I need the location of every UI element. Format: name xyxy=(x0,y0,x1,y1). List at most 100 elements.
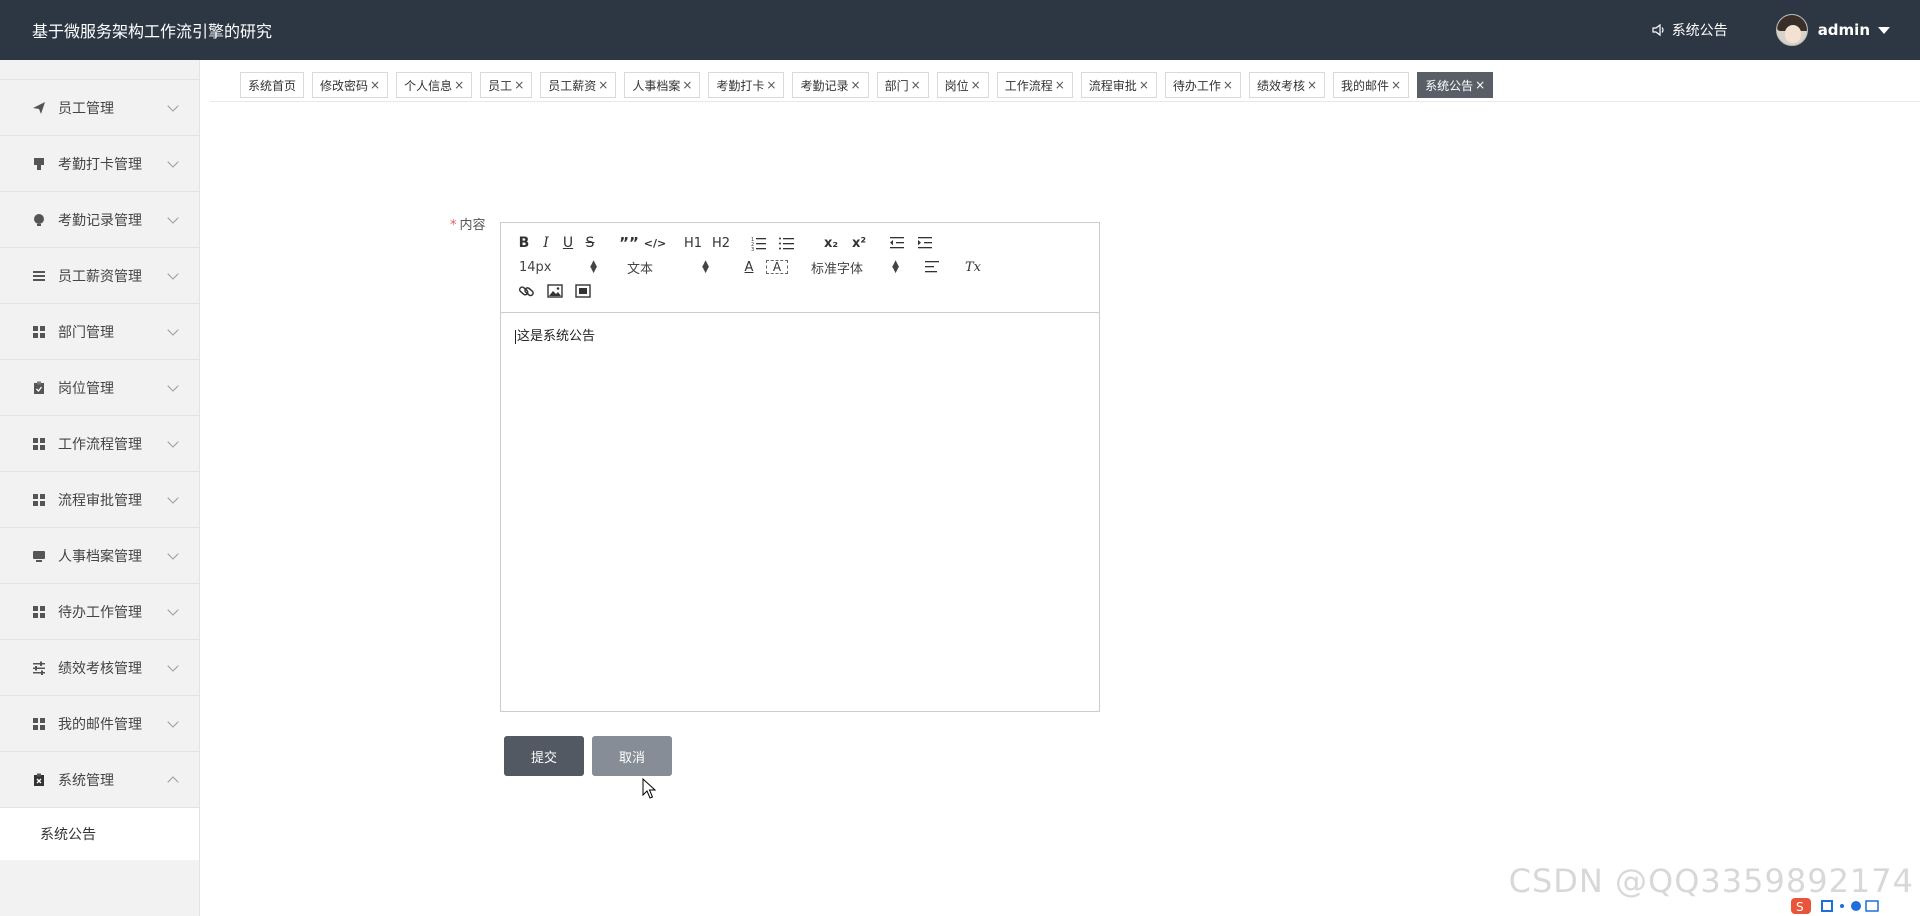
send-icon xyxy=(33,101,45,114)
tab-department[interactable]: 部门 × xyxy=(876,72,929,98)
strike-button[interactable]: S xyxy=(579,233,601,253)
notice-label: 系统公告 xyxy=(1671,23,1728,39)
font-color-icon[interactable]: A xyxy=(735,257,763,277)
italic-button[interactable]: I xyxy=(535,233,557,253)
tab-todo[interactable]: 待办工作 × xyxy=(1164,72,1241,98)
bullet-list-icon[interactable] xyxy=(773,233,801,253)
tab-employee[interactable]: 员工 × xyxy=(480,72,533,98)
close-icon[interactable]: × xyxy=(370,78,380,92)
outdent-icon[interactable] xyxy=(885,233,913,253)
toolbar-row-1: B I U S ”” </> H1 H2 123 x₂ x² xyxy=(513,231,1087,255)
sidebar-item-system[interactable]: 系统管理 xyxy=(0,752,199,808)
sidebar-item-employee[interactable]: 员工管理 xyxy=(0,80,199,136)
blockquote-button[interactable]: ”” xyxy=(615,233,643,253)
font-size-picker[interactable]: 14px ▲ ▼ xyxy=(513,260,597,275)
sidebar-item-label: 人事档案管理 xyxy=(58,548,142,565)
sidebar-item-todo[interactable]: 待办工作管理 xyxy=(0,584,199,640)
ordered-list-icon[interactable]: 123 xyxy=(745,233,773,253)
subscript-button[interactable]: x₂ xyxy=(817,233,845,253)
tab-approval[interactable]: 流程审批 × xyxy=(1080,72,1157,98)
bold-button[interactable]: B xyxy=(513,233,535,253)
background-color-icon[interactable]: A xyxy=(763,257,791,277)
tab-clockin[interactable]: 考勤打卡 × xyxy=(708,72,785,98)
caret-down-icon xyxy=(1878,26,1890,34)
tab-profile[interactable]: 个人信息 × xyxy=(396,72,473,98)
tab-position[interactable]: 岗位 × xyxy=(936,72,989,98)
close-icon[interactable]: × xyxy=(971,78,981,92)
tab-bar: 系统首页 修改密码 × 个人信息 × 员工 × 员工薪资 × 人事档案 × 考勤打卡 × 考… xyxy=(240,72,1501,98)
h2-button[interactable]: H2 xyxy=(707,233,735,253)
clear-format-icon[interactable]: Tx xyxy=(959,257,987,277)
sidebar-item-label: 绩效考核管理 xyxy=(58,660,142,677)
tab-hr-archive[interactable]: 人事档案 × xyxy=(624,72,701,98)
align-left-icon[interactable] xyxy=(919,257,947,277)
close-icon[interactable]: × xyxy=(911,78,921,92)
superscript-button[interactable]: x² xyxy=(845,233,873,253)
sidebar-item-label: 部门管理 xyxy=(58,324,114,341)
sidebar-item-hr-archive[interactable]: 人事档案管理 xyxy=(0,528,199,584)
sidebar-item-workflow[interactable]: 工作流程管理 xyxy=(0,416,199,472)
sort-arrows-icon: ▲ ▼ xyxy=(590,259,597,275)
chevron-down-icon xyxy=(167,604,179,616)
sidebar-item-position[interactable]: 岗位管理 xyxy=(0,360,199,416)
close-icon[interactable]: × xyxy=(1475,78,1485,92)
sidebar-item-clockin[interactable]: 考勤打卡管理 xyxy=(0,136,199,192)
tab-salary[interactable]: 员工薪资 × xyxy=(540,72,617,98)
close-icon[interactable]: × xyxy=(1391,78,1401,92)
ime-status-icon xyxy=(1821,900,1879,912)
rich-text-editor: B I U S ”” </> H1 H2 123 x₂ x² 14px ▲▼ xyxy=(500,222,1100,712)
grid-icon xyxy=(33,325,45,338)
close-icon[interactable]: × xyxy=(1307,78,1317,92)
avatar-face xyxy=(1784,25,1801,43)
tab-change-password[interactable]: 修改密码 × xyxy=(312,72,389,98)
sort-arrows-icon: ▲ ▼ xyxy=(892,259,899,275)
image-icon[interactable] xyxy=(541,281,569,301)
sidebar-item-department[interactable]: 部门管理 xyxy=(0,304,199,360)
sidebar-subitem-notice[interactable]: 系统公告 xyxy=(0,808,199,860)
toolbar-row-3 xyxy=(513,279,1087,303)
code-block-button[interactable]: </> xyxy=(643,233,667,253)
close-icon[interactable]: × xyxy=(1139,78,1149,92)
content-label: * 内容 xyxy=(450,214,486,233)
close-icon[interactable]: × xyxy=(1055,78,1065,92)
tab-label: 流程审批 xyxy=(1088,78,1137,93)
app-title: 基于微服务架构工作流引擎的研究 xyxy=(32,22,273,41)
close-icon[interactable]: × xyxy=(454,78,464,92)
h1-button[interactable]: H1 xyxy=(679,233,707,253)
user-menu[interactable]: admin xyxy=(1775,14,1890,46)
cancel-button[interactable]: 取消 xyxy=(592,736,672,776)
tab-mail[interactable]: 我的邮件 × xyxy=(1333,72,1410,98)
sidebar-item-approval[interactable]: 流程审批管理 xyxy=(0,472,199,528)
tab-notice[interactable]: 系统公告 × xyxy=(1417,72,1494,98)
close-icon[interactable]: × xyxy=(1223,78,1233,92)
notice-link[interactable]: 系统公告 xyxy=(1652,20,1728,40)
close-icon[interactable]: × xyxy=(766,78,776,92)
editor-content[interactable]: 这是系统公告 xyxy=(501,313,1099,356)
tab-divider xyxy=(210,101,1920,102)
tab-performance[interactable]: 绩效考核 × xyxy=(1248,72,1326,98)
font-family-picker[interactable]: 标准字体 ▲ ▼ xyxy=(799,258,899,277)
link-icon[interactable] xyxy=(513,281,541,301)
sidebar: 员工管理 考勤打卡管理 考勤记录管理 员工薪资管理 部门管理 岗位管理 工作流程… xyxy=(0,60,200,916)
header-picker[interactable]: 文本 ▲ ▼ xyxy=(625,258,709,277)
sidebar-item-attendance[interactable]: 考勤记录管理 xyxy=(0,192,199,248)
clipboard-x-icon xyxy=(34,773,44,786)
close-icon[interactable]: × xyxy=(682,78,692,92)
chevron-down-icon xyxy=(167,436,179,448)
close-icon[interactable]: × xyxy=(598,78,608,92)
close-icon[interactable]: × xyxy=(851,78,861,92)
underline-button[interactable]: U xyxy=(557,233,579,253)
tab-workflow[interactable]: 工作流程 × xyxy=(996,72,1073,98)
sidebar-item-label: 岗位管理 xyxy=(58,380,114,397)
indent-icon[interactable] xyxy=(913,233,941,253)
close-icon[interactable]: × xyxy=(514,78,524,92)
editor-toolbar: B I U S ”” </> H1 H2 123 x₂ x² 14px ▲▼ xyxy=(501,223,1099,313)
sidebar-item-salary[interactable]: 员工薪资管理 xyxy=(0,248,199,304)
sidebar-item-performance[interactable]: 绩效考核管理 xyxy=(0,640,199,696)
video-icon[interactable] xyxy=(569,281,597,301)
clipboard-icon xyxy=(34,381,44,394)
submit-button[interactable]: 提交 xyxy=(504,736,584,776)
tab-attendance[interactable]: 考勤记录 × xyxy=(792,72,869,98)
tab-home[interactable]: 系统首页 xyxy=(240,72,305,98)
sidebar-item-mail[interactable]: 我的邮件管理 xyxy=(0,696,199,752)
